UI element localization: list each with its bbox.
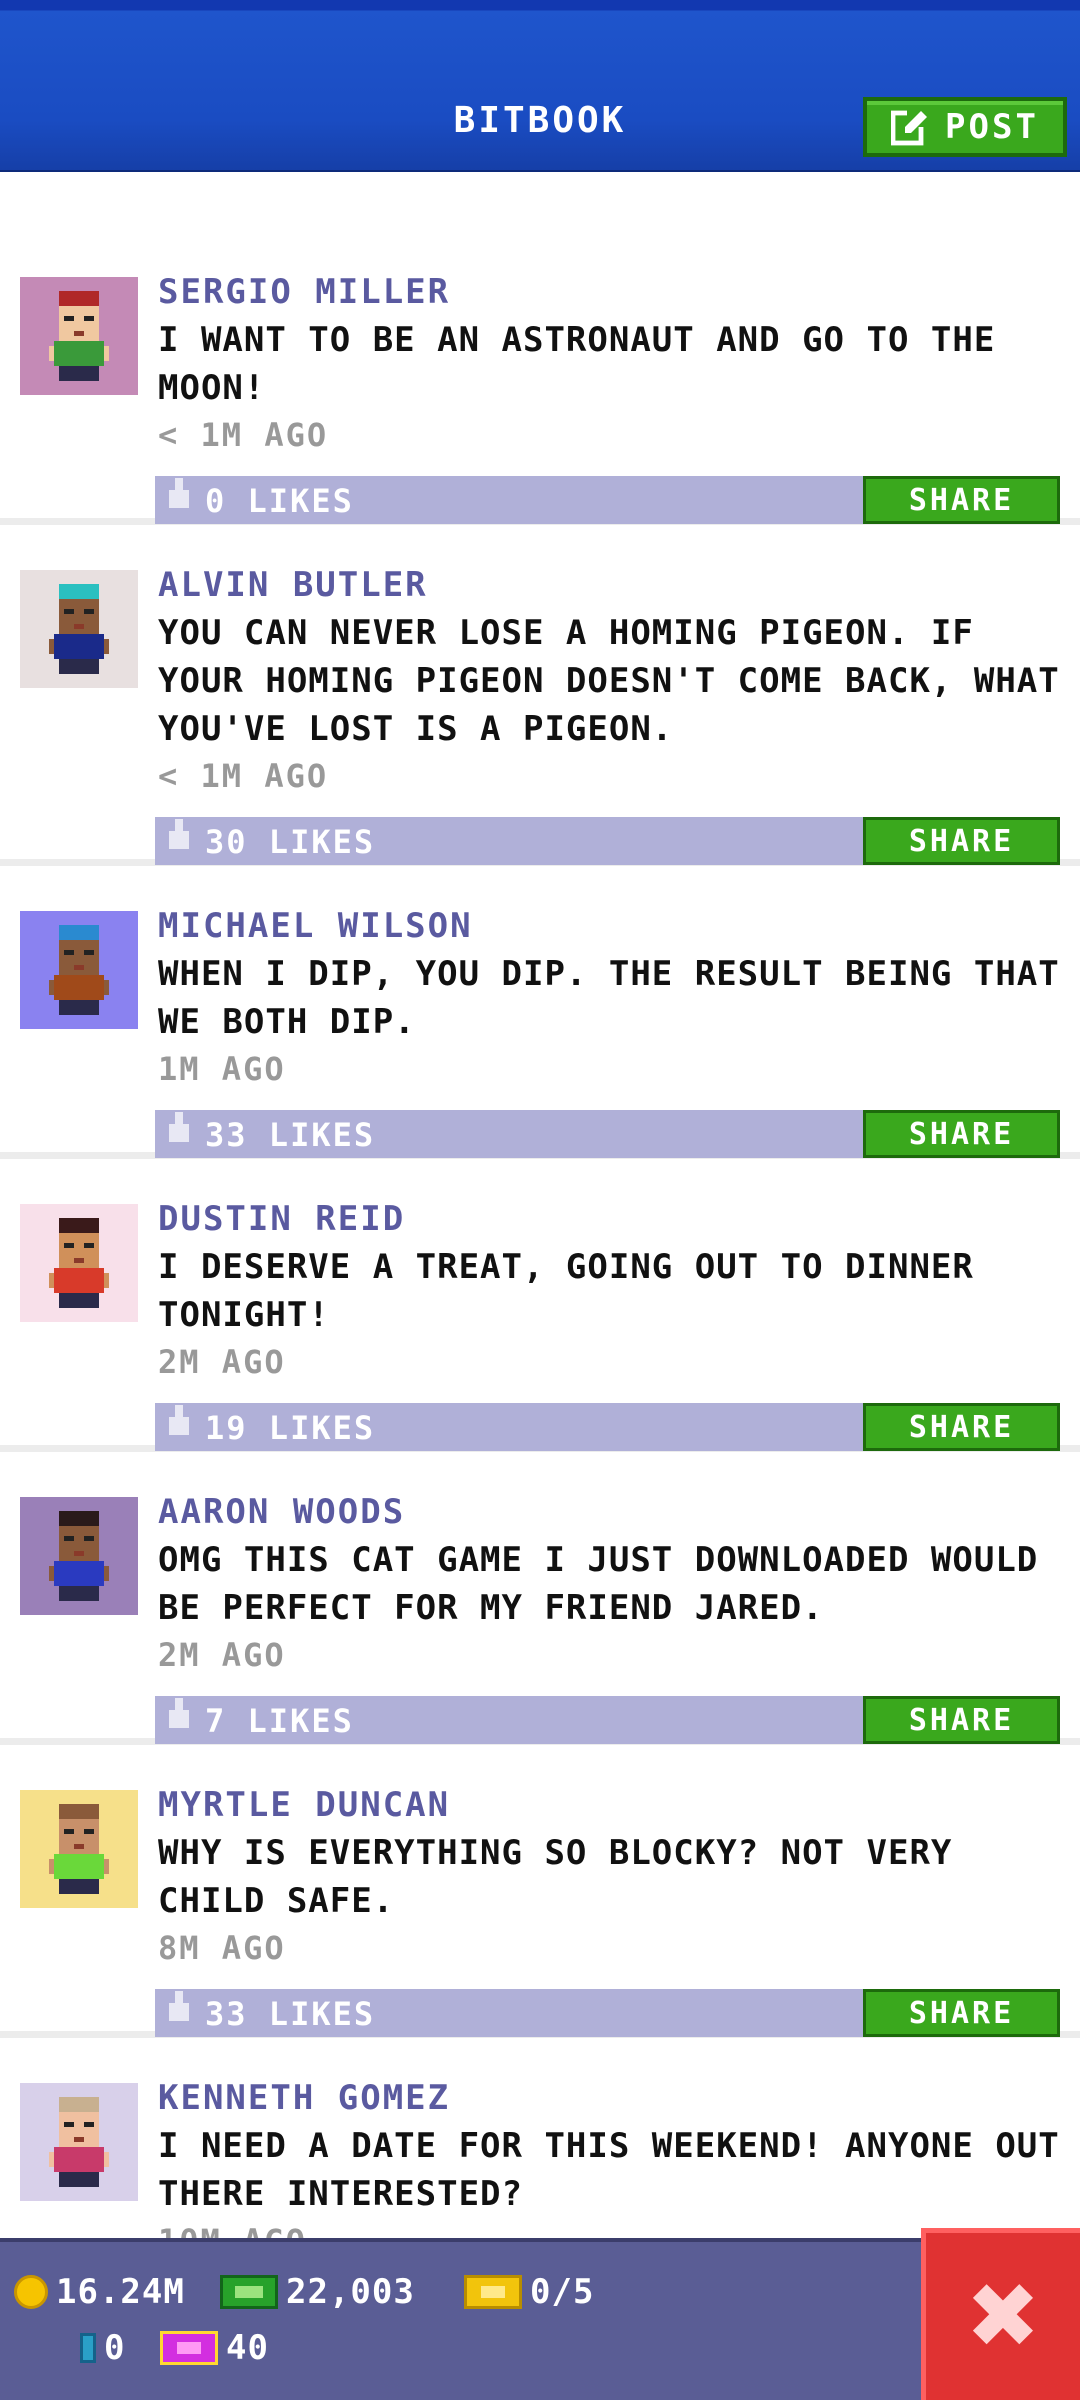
post-label: POST (945, 107, 1039, 147)
avatar[interactable] (20, 570, 138, 688)
share-button[interactable]: SHARE (863, 1403, 1060, 1451)
post-text: YOU CAN NEVER LOSE A HOMING PIGEON. IF Y… (158, 613, 1060, 749)
likes-count: 7 LIKES (205, 1702, 354, 1740)
post-time: 1M AGO (158, 1050, 286, 1088)
bux-stat: 40 (160, 2328, 269, 2368)
avatar-icon (49, 291, 109, 381)
thumbs-up-icon (169, 1112, 189, 1142)
post-card: SERGIO MILLER I WANT TO BE AN ASTRONAUT … (0, 232, 1080, 525)
post-text: I WANT TO BE AN ASTRONAUT AND GO TO THE … (158, 320, 996, 408)
avatar[interactable] (20, 1204, 138, 1322)
avatar-icon (49, 584, 109, 674)
post-text: OMG THIS CAT GAME I JUST DOWNLOADED WOUL… (158, 1540, 1039, 1628)
avatar-icon (49, 1804, 109, 1894)
thumbs-up-icon (169, 1405, 189, 1435)
likes-count: 33 LIKES (205, 1116, 376, 1154)
share-button[interactable]: SHARE (863, 1696, 1060, 1744)
post-card: MYRTLE DUNCAN WHY IS EVERYTHING SO BLOCK… (0, 1745, 1080, 2038)
post-time: < 1M AGO (158, 757, 329, 795)
bux-value: 40 (226, 2328, 269, 2368)
can-icon (80, 2333, 96, 2363)
thumbs-up-icon (169, 819, 189, 849)
avatar[interactable] (20, 1497, 138, 1615)
post-text: I DESERVE A TREAT, GOING OUT TO DINNER T… (158, 1247, 974, 1335)
likes-bar: 33 LIKES (155, 1989, 863, 2037)
edit-icon (891, 109, 930, 146)
likes-count: 30 LIKES (205, 823, 376, 861)
post-author[interactable]: DUSTIN REID (158, 1199, 405, 1239)
ticket-icon (464, 2275, 522, 2309)
likes-count: 19 LIKES (205, 1409, 376, 1447)
close-icon: ✖ (965, 2263, 1041, 2369)
share-button[interactable]: SHARE (863, 1989, 1060, 2037)
post-card: DUSTIN REID I DESERVE A TREAT, GOING OUT… (0, 1159, 1080, 1452)
cash-value: 22,003 (286, 2272, 415, 2312)
avatar[interactable] (20, 1790, 138, 1908)
thumbs-up-icon (169, 478, 189, 508)
post-author[interactable]: SERGIO MILLER (158, 272, 450, 312)
post-card: MICHAEL WILSON WHEN I DIP, YOU DIP. THE … (0, 866, 1080, 1159)
bux-icon (160, 2331, 218, 2365)
likes-bar: 33 LIKES (155, 1110, 863, 1158)
likes-bar: 30 LIKES (155, 817, 863, 865)
likes-bar: 7 LIKES (155, 1696, 863, 1744)
likes-bar: 0 LIKES (155, 476, 863, 524)
post-author[interactable]: AARON WOODS (158, 1492, 405, 1532)
likes-count: 33 LIKES (205, 1995, 376, 2033)
avatar-icon (49, 2097, 109, 2187)
resource-bar: 16.24M 22,003 0/5 0 40 (0, 2238, 1080, 2400)
post-card: AARON WOODS OMG THIS CAT GAME I JUST DOW… (0, 1452, 1080, 1745)
post-time: < 1M AGO (158, 416, 329, 454)
post-text: I NEED A DATE FOR THIS WEEKEND! ANYONE O… (158, 2126, 1060, 2214)
coins-value: 16.24M (56, 2272, 185, 2312)
avatar-icon (49, 1218, 109, 1308)
header-bar: BITBOOK POST (0, 0, 1080, 172)
likes-bar: 19 LIKES (155, 1403, 863, 1451)
likes-count: 0 LIKES (205, 482, 354, 520)
close-button[interactable]: ✖ (921, 2228, 1080, 2400)
post-button[interactable]: POST (863, 97, 1067, 157)
coin-icon (14, 2275, 48, 2309)
coins-stat: 16.24M (14, 2272, 185, 2312)
post-author[interactable]: MYRTLE DUNCAN (158, 1785, 450, 1825)
tickets-value: 0/5 (530, 2272, 595, 2312)
post-author[interactable]: KENNETH GOMEZ (158, 2078, 450, 2118)
cash-stat: 22,003 (220, 2272, 415, 2312)
avatar-icon (49, 925, 109, 1015)
post-author[interactable]: MICHAEL WILSON (158, 906, 473, 946)
avatar[interactable] (20, 277, 138, 395)
cans-value: 0 (104, 2328, 126, 2368)
post-text: WHEN I DIP, YOU DIP. THE RESULT BEING TH… (158, 954, 1060, 1042)
avatar[interactable] (20, 911, 138, 1029)
share-button[interactable]: SHARE (863, 817, 1060, 865)
post-card: ALVIN BUTLER YOU CAN NEVER LOSE A HOMING… (0, 525, 1080, 866)
thumbs-up-icon (169, 1991, 189, 2021)
tickets-stat: 0/5 (464, 2272, 594, 2312)
share-button[interactable]: SHARE (863, 1110, 1060, 1158)
post-time: 8M AGO (158, 1929, 286, 1967)
post-text: WHY IS EVERYTHING SO BLOCKY? NOT VERY CH… (158, 1833, 953, 1921)
avatar[interactable] (20, 2083, 138, 2201)
cans-stat: 0 (80, 2328, 125, 2368)
cash-icon (220, 2275, 278, 2309)
share-button[interactable]: SHARE (863, 476, 1060, 524)
post-author[interactable]: ALVIN BUTLER (158, 565, 428, 605)
feed-list[interactable]: SERGIO MILLER I WANT TO BE AN ASTRONAUT … (0, 232, 1080, 2331)
post-time: 2M AGO (158, 1636, 286, 1674)
thumbs-up-icon (169, 1698, 189, 1728)
avatar-icon (49, 1511, 109, 1601)
post-time: 2M AGO (158, 1343, 286, 1381)
